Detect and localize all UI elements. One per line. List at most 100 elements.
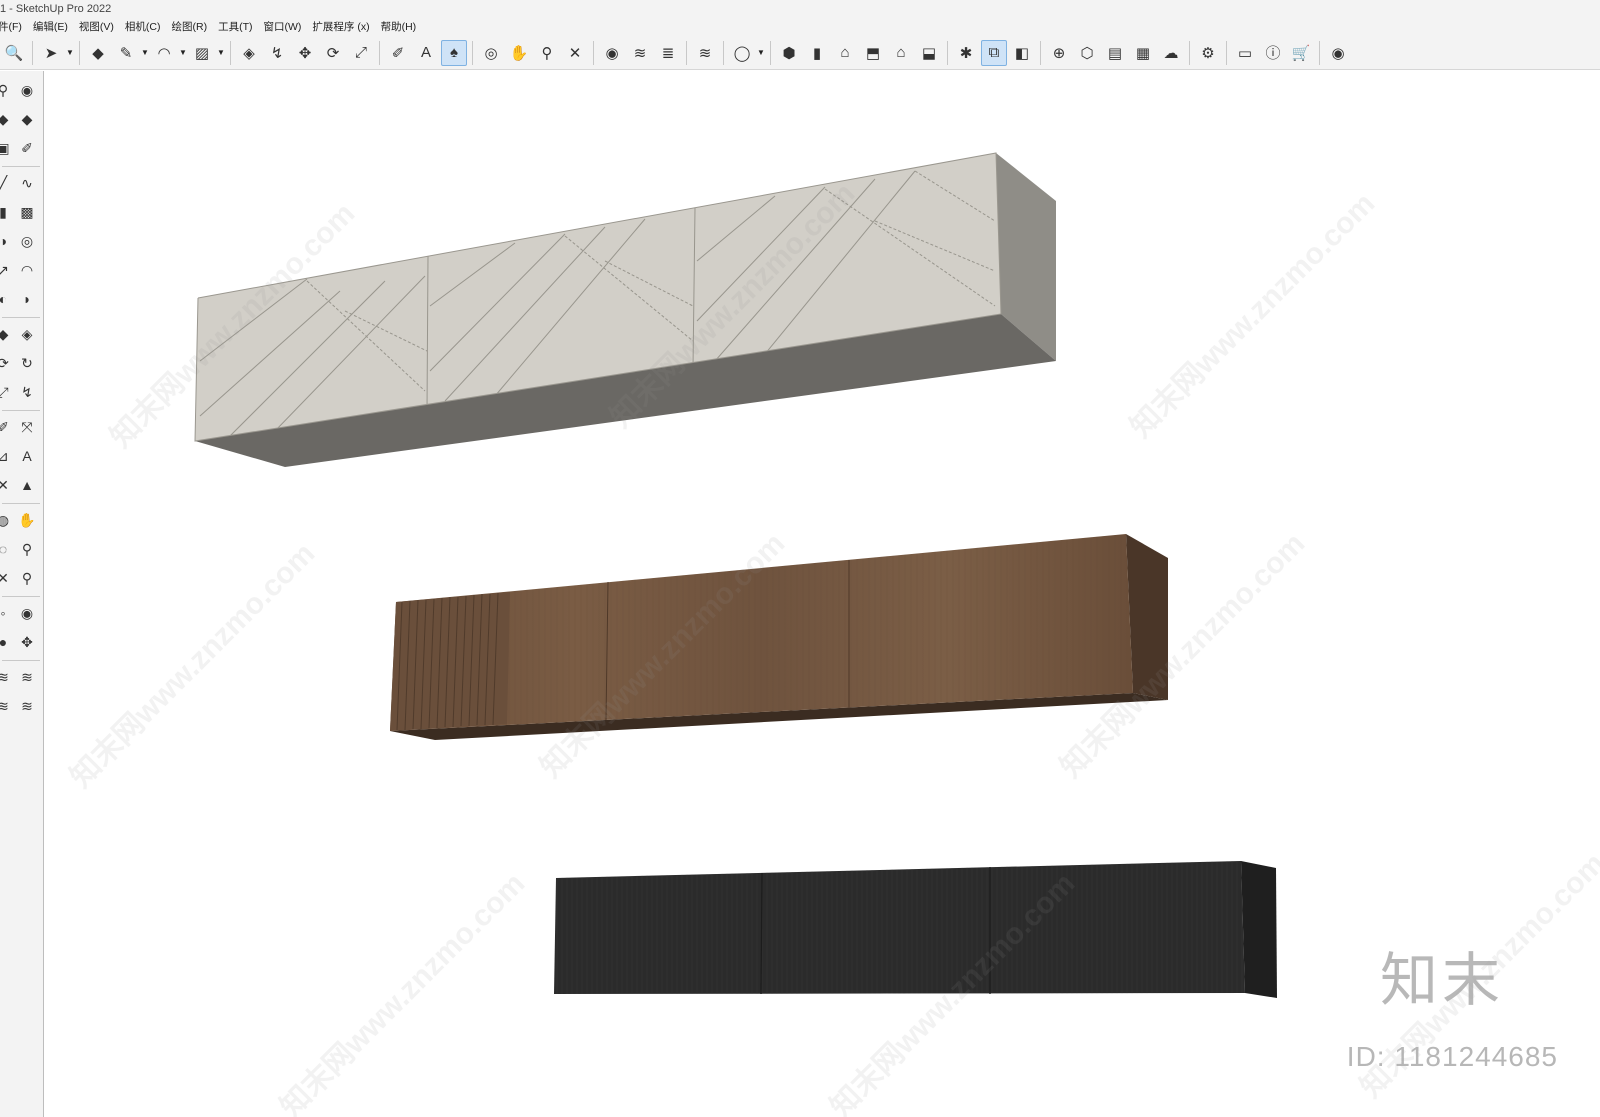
- push-pull-icon[interactable]: ◈: [16, 323, 38, 345]
- menu-item[interactable]: 帮助(H): [375, 18, 422, 36]
- eraser-icon[interactable]: ◆: [16, 108, 38, 130]
- top-view-icon[interactable]: ⌂: [832, 40, 858, 66]
- outliner-icon[interactable]: ⧉: [981, 39, 1007, 66]
- follow-me-icon[interactable]: ↯: [264, 40, 290, 66]
- rectangle-icon[interactable]: ▨: [189, 40, 215, 66]
- chevron-down-icon[interactable]: ▼: [140, 48, 150, 57]
- axes-icon[interactable]: ✕: [0, 474, 14, 496]
- arc-icon[interactable]: ◠: [151, 40, 177, 66]
- follow-me-icon[interactable]: ↻: [16, 352, 38, 374]
- front-view-icon[interactable]: ▮: [804, 40, 830, 66]
- menu-item[interactable]: 绘图(R): [166, 18, 213, 36]
- settings-icon[interactable]: ⚙: [1195, 40, 1221, 66]
- orbit-icon[interactable]: ◉: [16, 79, 38, 101]
- arc-icon[interactable]: ↗: [0, 259, 14, 281]
- text-icon[interactable]: A: [16, 445, 38, 467]
- shadow-icon[interactable]: ⬡: [1074, 40, 1100, 66]
- pie-icon[interactable]: ◐: [0, 288, 14, 310]
- right-view-icon[interactable]: ⬒: [860, 40, 886, 66]
- tape-measure-icon[interactable]: ✐: [0, 416, 14, 438]
- info-icon[interactable]: ⓘ: [1260, 40, 1286, 66]
- tape-icon[interactable]: ✐: [16, 137, 38, 159]
- zoom-window-icon[interactable]: ◌: [0, 538, 14, 560]
- menu-item[interactable]: 窗口(W): [258, 18, 307, 36]
- pan-icon[interactable]: ✋: [16, 509, 38, 531]
- cabinet-wood[interactable]: [390, 534, 1168, 740]
- account-icon[interactable]: ◯: [729, 40, 755, 66]
- sandbox4-icon[interactable]: ≋: [16, 695, 38, 717]
- chevron-down-icon[interactable]: ▼: [65, 48, 75, 57]
- cabinet-light-chevron[interactable]: [194, 152, 1056, 467]
- zoom-icon-2[interactable]: ⚲: [16, 538, 38, 560]
- protractor-icon[interactable]: ⊿: [0, 445, 14, 467]
- rotate-icon[interactable]: ⟳: [320, 40, 346, 66]
- orbit-tool-icon[interactable]: ◍: [0, 509, 14, 531]
- paint-icon[interactable]: ◆: [0, 108, 14, 130]
- components-icon[interactable]: ✱: [953, 40, 979, 66]
- zoom-icon[interactable]: ⚲: [0, 79, 14, 101]
- 3d-text-icon[interactable]: ▲: [16, 474, 38, 496]
- look-around-icon[interactable]: ◉: [16, 602, 38, 624]
- rectangle-icon[interactable]: ▮: [0, 201, 14, 223]
- pan-icon[interactable]: ✋: [506, 40, 532, 66]
- zoom-tool-icon[interactable]: ⚲: [534, 40, 560, 66]
- chat-icon[interactable]: ▭: [1232, 40, 1258, 66]
- cloud-icon[interactable]: ☁: [1158, 40, 1184, 66]
- layers-icon[interactable]: ≣: [655, 40, 681, 66]
- sandbox-icon[interactable]: ≋: [0, 666, 14, 688]
- menu-item[interactable]: 扩展程序 (x): [306, 18, 374, 36]
- texture-icon[interactable]: ▦: [1130, 40, 1156, 66]
- position-camera-icon[interactable]: ◦: [0, 602, 14, 624]
- zoom-prev-icon[interactable]: ⚲: [16, 567, 38, 589]
- zoom-icon[interactable]: 🔍: [1, 40, 27, 66]
- walk-icon[interactable]: ●: [0, 631, 14, 653]
- rotated-rect-icon[interactable]: ▩: [16, 201, 38, 223]
- warehouse-icon[interactable]: ◉: [599, 40, 625, 66]
- extension-icon[interactable]: ≋: [627, 40, 653, 66]
- menu-item[interactable]: 件(F): [0, 18, 27, 36]
- zoom-extents-icon[interactable]: ✕: [562, 40, 588, 66]
- styles-icon[interactable]: ▤: [1102, 40, 1128, 66]
- section-plane-icon[interactable]: ✥: [16, 631, 38, 653]
- chevron-down-icon[interactable]: ▼: [216, 48, 226, 57]
- text-icon[interactable]: A: [413, 40, 439, 66]
- user-profile-icon[interactable]: ◉: [1325, 40, 1351, 66]
- left-view-icon[interactable]: ⬓: [916, 40, 942, 66]
- orbit-icon[interactable]: ◎: [478, 40, 504, 66]
- back-view-icon[interactable]: ⌂: [888, 40, 914, 66]
- menu-item[interactable]: 视图(V): [73, 18, 119, 36]
- sandbox3-icon[interactable]: ≋: [0, 695, 14, 717]
- scenes-icon[interactable]: ◧: [1009, 40, 1035, 66]
- chevron-down-icon[interactable]: ▼: [756, 48, 766, 57]
- paint-bucket-icon[interactable]: ♠: [441, 39, 467, 66]
- eraser-icon[interactable]: ◆: [85, 40, 111, 66]
- arc2-icon[interactable]: ◠: [16, 259, 38, 281]
- circle-icon[interactable]: ◑: [0, 230, 14, 252]
- extension-manager-icon[interactable]: ≋: [692, 40, 718, 66]
- line-icon[interactable]: ╱: [0, 172, 14, 194]
- scale-icon[interactable]: ⤢: [0, 381, 14, 403]
- select-icon[interactable]: ➤: [38, 40, 64, 66]
- freehand-icon[interactable]: ∿: [16, 172, 38, 194]
- scale-icon[interactable]: ⤢: [348, 40, 374, 66]
- tape-measure-icon[interactable]: ✐: [385, 40, 411, 66]
- component-icon[interactable]: ▣: [0, 137, 14, 159]
- push-pull-icon[interactable]: ◈: [236, 40, 262, 66]
- dimension-icon[interactable]: ⤧: [16, 416, 38, 438]
- zoom-extents-icon[interactable]: ✕: [0, 567, 14, 589]
- cart-icon[interactable]: 🛒: [1288, 40, 1314, 66]
- iso-view-icon[interactable]: ⬢: [776, 40, 802, 66]
- offset-icon[interactable]: ↯: [16, 381, 38, 403]
- menu-item[interactable]: 编辑(E): [27, 18, 73, 36]
- menu-item[interactable]: 工具(T): [212, 18, 257, 36]
- menu-item[interactable]: 相机(C): [119, 18, 166, 36]
- arc3-icon[interactable]: ◗: [16, 288, 38, 310]
- cabinet-dark-fluted[interactable]: [554, 861, 1277, 998]
- 3d-viewport[interactable]: 知末网www.znzmo.com 知末网www.znzmo.com 知末网www…: [45, 71, 1600, 1117]
- rotate-icon[interactable]: ⟳: [0, 352, 14, 374]
- polygon-icon[interactable]: ◎: [16, 230, 38, 252]
- add-location-icon[interactable]: ⊕: [1046, 40, 1072, 66]
- pencil-icon[interactable]: ✎: [113, 40, 139, 66]
- move-icon[interactable]: ✥: [292, 40, 318, 66]
- chevron-down-icon[interactable]: ▼: [178, 48, 188, 57]
